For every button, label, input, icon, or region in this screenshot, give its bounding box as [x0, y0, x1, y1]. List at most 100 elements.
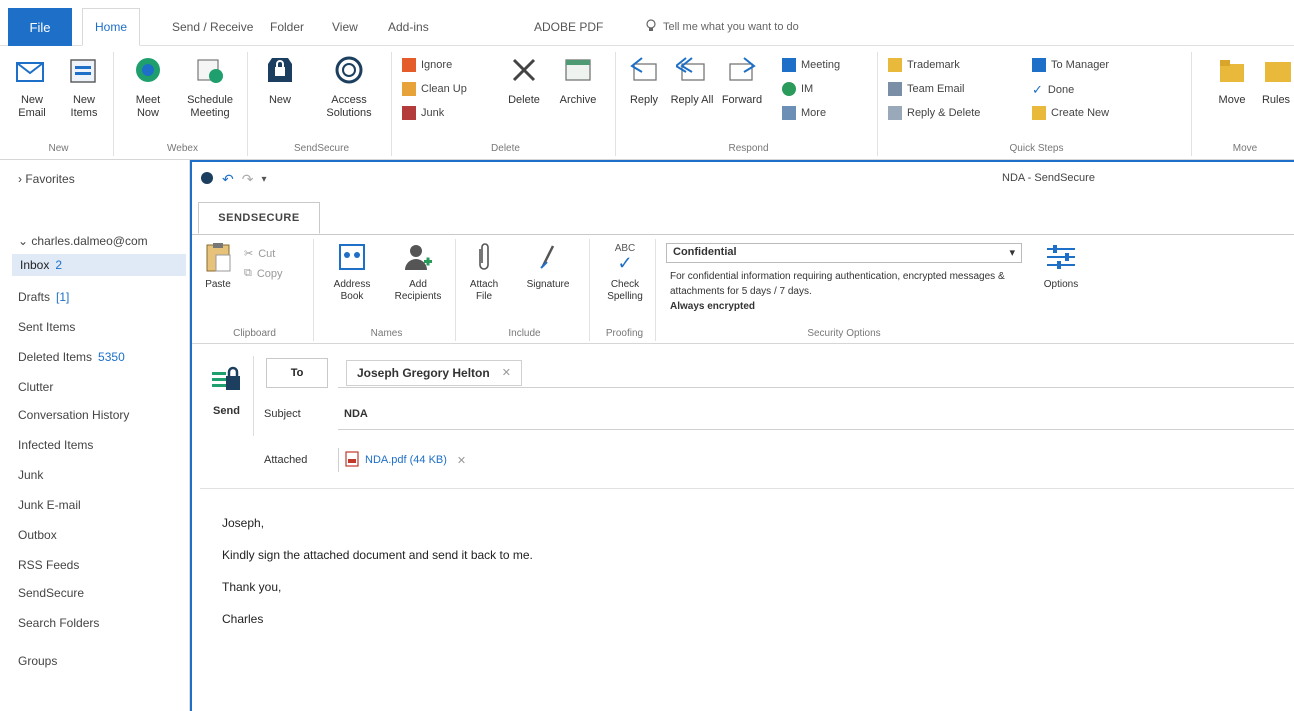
group-security-options: Confidential ▾ For confidential informat… [192, 239, 1092, 341]
tab-sendsecure[interactable]: SENDSECURE [198, 202, 320, 234]
tab-folder[interactable]: Folder [258, 8, 316, 46]
pdf-icon [345, 450, 359, 470]
new-email-button[interactable]: New Email [8, 52, 56, 120]
im-button[interactable]: IM [782, 82, 813, 96]
header-divider [200, 488, 1294, 489]
tab-view[interactable]: View [320, 8, 370, 46]
body-signature: Charles [222, 612, 264, 626]
quick-step-create-new[interactable]: Create New [1032, 106, 1109, 120]
account-header[interactable]: ⌄ charles.dalmeo@com [18, 234, 148, 248]
schedule-meeting-label: Schedule Meeting [187, 94, 233, 119]
quick-step-done[interactable]: ✓ Done [1032, 82, 1074, 98]
attachment-chip[interactable]: NDA.pdf (44 KB) ✕ [338, 448, 466, 472]
new-items-button[interactable]: New Items [60, 52, 108, 120]
new-email-label: New Email [18, 94, 46, 119]
new-items-icon [66, 52, 102, 88]
junk-button[interactable]: Junk [402, 106, 444, 120]
message-body[interactable]: Joseph, Kindly sign the attached documen… [222, 516, 533, 626]
folder-item-outbox[interactable]: Outbox [18, 528, 57, 542]
reply-button[interactable]: Reply [620, 52, 668, 107]
schedule-meeting-button[interactable]: Schedule Meeting [180, 52, 240, 120]
undo-icon[interactable]: ↶ [222, 171, 234, 188]
rules-button[interactable]: Rules [1258, 52, 1294, 107]
quick-step-label: To Manager [1051, 59, 1110, 71]
chevron-down-icon[interactable]: ▾ [261, 174, 266, 185]
tab-adobe-pdf[interactable]: ADOBE PDF [522, 8, 615, 46]
folder-item-deleted[interactable]: Deleted Items 5350 [18, 350, 125, 364]
folder-item-inbox[interactable]: Inbox 2 [12, 254, 186, 276]
archive-label: Archive [559, 94, 597, 106]
folder-item-sent[interactable]: Sent Items [18, 320, 75, 334]
quick-step-label: Team Email [907, 83, 965, 95]
ignore-button[interactable]: Ignore [402, 58, 452, 72]
tab-file[interactable]: File [8, 8, 72, 46]
send-button[interactable]: Send [200, 356, 254, 436]
sendsecure-new-label: New [268, 94, 291, 106]
folder-item-conversation-history[interactable]: Conversation History [18, 408, 129, 422]
to-field[interactable]: Joseph Gregory Helton ✕ [338, 358, 1294, 388]
tell-me-search[interactable]: Tell me what you want to do [645, 8, 799, 46]
group-move-label: Move [1232, 143, 1258, 154]
forward-icon [724, 52, 760, 88]
move-button[interactable]: Move [1208, 52, 1256, 107]
reply-delete-icon [888, 106, 902, 120]
folder-item-drafts[interactable]: Drafts [1] [18, 290, 69, 304]
options-label: Options [1043, 279, 1079, 290]
quick-step-label: Done [1047, 84, 1075, 96]
options-button[interactable]: Options [1036, 241, 1086, 291]
reply-label: Reply [629, 94, 659, 106]
meeting-reply-button[interactable]: Meeting [782, 58, 840, 72]
folder-item-junk-email[interactable]: Junk E-mail [18, 498, 81, 512]
more-respond-button[interactable]: More [782, 106, 826, 120]
attachment-name: NDA.pdf (44 KB) [365, 454, 447, 466]
groups-header[interactable]: Groups [18, 654, 57, 668]
remove-recipient-icon[interactable]: ✕ [502, 366, 511, 379]
tab-add-ins[interactable]: Add-ins [376, 8, 441, 46]
sliders-icon [1044, 241, 1078, 273]
subject-field[interactable]: NDA [338, 398, 1294, 430]
folder-item-rss[interactable]: RSS Feeds [18, 558, 79, 572]
security-level-select[interactable]: Confidential ▾ [666, 243, 1022, 263]
quick-step-trademark[interactable]: Trademark [888, 58, 960, 72]
clean-up-button[interactable]: Clean Up [402, 82, 467, 96]
archive-icon [560, 52, 596, 88]
to-button[interactable]: To [266, 358, 328, 388]
archive-button[interactable]: Archive [554, 52, 602, 107]
folder-item-sendsecure[interactable]: SendSecure [18, 586, 84, 600]
tab-send-receive[interactable]: Send / Receive [160, 8, 265, 46]
security-emphasis: Always encrypted [670, 301, 756, 312]
group-move: Move Rules Move [1196, 52, 1294, 156]
sendsecure-new-button[interactable]: New [256, 52, 304, 107]
group-respond: Reply Reply All Forward Meeting IM More … [620, 52, 878, 156]
meet-now-button[interactable]: Meet Now [124, 52, 172, 120]
folder-item-clutter[interactable]: Clutter [18, 380, 53, 394]
folder-item-search-folders[interactable]: Search Folders [18, 616, 99, 630]
group-new-label: New [48, 143, 69, 154]
quick-step-to-manager[interactable]: To Manager [1032, 58, 1109, 72]
access-solutions-button[interactable]: Access Solutions [314, 52, 384, 120]
folder-item-infected[interactable]: Infected Items [18, 438, 93, 452]
group-sendsecure: New Access Solutions SendSecure [252, 52, 392, 156]
clean-up-label: Clean Up [421, 83, 467, 95]
group-sendsecure-label: SendSecure [293, 143, 350, 154]
quick-step-team-email[interactable]: Team Email [888, 82, 964, 96]
clean-up-icon [402, 82, 416, 96]
group-delete-label: Delete [491, 143, 520, 154]
quick-step-reply-delete[interactable]: Reply & Delete [888, 106, 980, 120]
redo-icon[interactable]: ↷ [242, 171, 254, 188]
recipient-chip[interactable]: Joseph Gregory Helton ✕ [346, 359, 522, 386]
attached-label: Attached [264, 454, 308, 466]
more-icon [782, 106, 796, 120]
compose-window: ↶ ↷ ▾ NDA - SendSecure SENDSECURE Paste … [190, 160, 1294, 711]
remove-attachment-icon[interactable]: ✕ [457, 454, 466, 467]
favorites-header[interactable]: › Favorites [18, 172, 75, 186]
reply-all-button[interactable]: Reply All [668, 52, 716, 107]
forward-button[interactable]: Forward [718, 52, 766, 107]
tab-home[interactable]: Home [82, 8, 141, 46]
lightbulb-icon [645, 18, 657, 36]
rules-icon [1258, 52, 1294, 88]
to-manager-icon [1032, 58, 1046, 72]
more-label: More [801, 107, 827, 119]
folder-item-junk[interactable]: Junk [18, 468, 43, 482]
delete-button[interactable]: Delete [500, 52, 548, 107]
